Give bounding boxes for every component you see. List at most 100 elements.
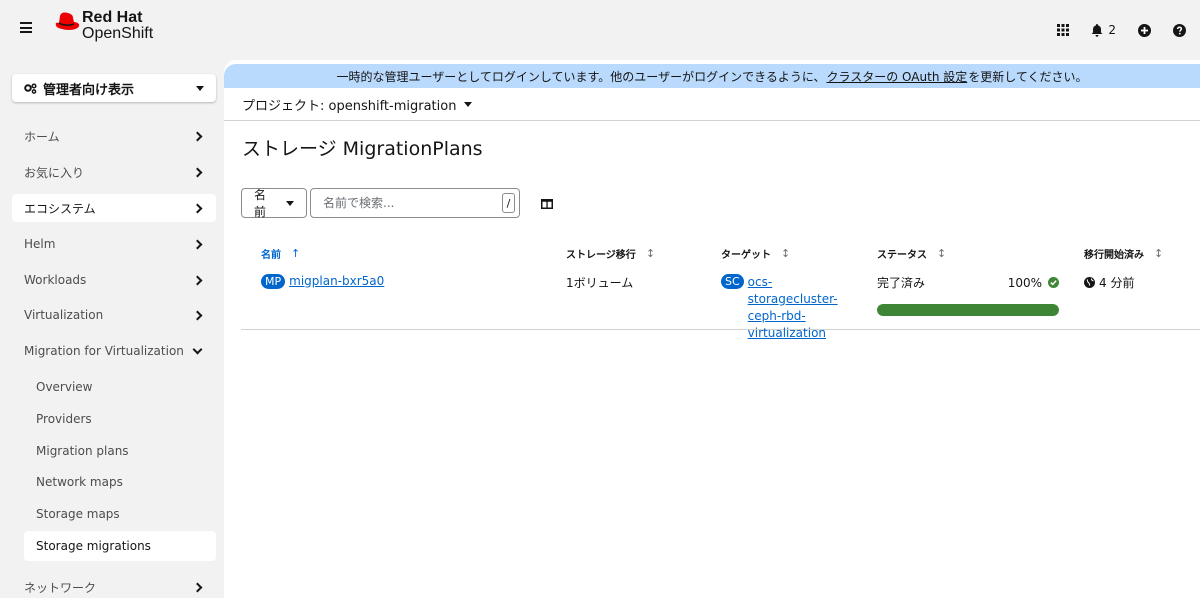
redhat-openshift-logo[interactable]: Red Hat OpenShift [52, 10, 153, 46]
banner-text-before: 一時的な管理ユーザーとしてログインしています。他のユーザーがログインできるように… [336, 69, 826, 84]
sidebar-subitem-label: Storage maps [36, 507, 120, 521]
caret-down-icon [286, 200, 294, 206]
filter-type-dropdown[interactable]: 名前 [241, 188, 307, 219]
sidebar-subitem-label: Overview [36, 380, 93, 394]
status-progress: 完了済み 100% [877, 274, 1059, 316]
status-text: 完了済み [877, 276, 926, 290]
column-header-label: 移行開始済み [1084, 250, 1144, 261]
sidebar-item-label: Helm [24, 237, 56, 251]
oauth-settings-link[interactable]: クラスターの OAuth 設定 [826, 68, 967, 85]
chevron-right-icon [192, 239, 203, 249]
redhat-hat-icon [55, 12, 80, 30]
sidebar-item-favorites[interactable]: お気に入り [12, 158, 216, 186]
sidebar-item-label: お気に入り [24, 165, 85, 180]
progress-bar-fill [877, 304, 1059, 316]
sidebar-item-helm[interactable]: Helm [12, 230, 216, 258]
check-circle-icon [1048, 277, 1059, 288]
sidebar-subitem-label: Providers [36, 412, 92, 426]
sidebar-subitem-storage-migrations[interactable]: Storage migrations [24, 531, 216, 561]
sidebar-item-label: ホーム [24, 129, 60, 144]
chevron-right-icon [192, 275, 203, 285]
column-header-label: ストレージ移行 [566, 250, 636, 261]
sidebar-item-workloads[interactable]: Workloads [12, 266, 216, 294]
caret-down-icon [464, 101, 473, 107]
plan-name-link[interactable]: migplan-bxr5a0 [289, 274, 384, 288]
globe-icon [1084, 277, 1095, 288]
sidebar-item-label: エコシステム [24, 201, 96, 216]
search-input[interactable] [323, 196, 502, 210]
sort-icon: ↕ [1154, 247, 1164, 260]
chevron-down-icon [192, 344, 203, 355]
sidebar-item-label: ネットワーク [24, 580, 97, 595]
migration-plan-badge: MP [261, 274, 286, 289]
table-row: MP migplan-bxr5a0 1ボリューム SC ocs-storageclu… [241, 262, 1200, 340]
column-header-status[interactable]: ステータス ↕ [877, 246, 946, 261]
project-label: プロジェクト: openshift-migration [242, 98, 457, 114]
sidebar: 管理者向け表示 ホーム お気に入り エコシステム Helm Workloads … [0, 60, 224, 598]
project-selector[interactable]: プロジェクト: openshift-migration [224, 88, 1200, 121]
cell-target: SC ocs-storagecluster-ceph-rbd-virtualiza… [721, 274, 852, 342]
sort-icon: ↕ [645, 247, 656, 260]
plus-circle-icon[interactable] [1138, 23, 1151, 37]
sidebar-subitem-storage-maps[interactable]: Storage maps [24, 499, 216, 529]
caret-down-icon [196, 85, 204, 91]
storage-class-badge: SC [721, 274, 744, 289]
progress-value: 100% [1007, 275, 1042, 290]
sort-icon: ↕ [781, 247, 791, 260]
search-field[interactable]: / [310, 188, 520, 218]
keyboard-shortcut-hint: / [502, 193, 515, 213]
sort-ascending-icon: ↑ [291, 247, 301, 260]
cell-storage: 1ボリューム [566, 276, 634, 290]
hamburger-menu-icon[interactable] [20, 22, 32, 34]
sidebar-item-ecosystem[interactable]: エコシステム [12, 194, 216, 222]
chevron-right-icon [192, 310, 203, 320]
sidebar-item-label: Migration for Virtualization [24, 344, 184, 358]
sidebar-item-home[interactable]: ホーム [12, 122, 216, 150]
sidebar-item-networking[interactable]: ネットワーク [12, 573, 216, 598]
column-header-label: ステータス [877, 250, 927, 261]
main-content: 一時的な管理ユーザーとしてログインしています。他のユーザーがログインできるように… [224, 60, 1200, 598]
product-name: OpenShift [82, 25, 154, 42]
column-header-storage[interactable]: ストレージ移行 ↕ [566, 246, 655, 261]
sidebar-item-virtualization[interactable]: Virtualization [12, 301, 216, 329]
cogs-icon [24, 82, 37, 94]
sidebar-item-label: Virtualization [24, 308, 104, 322]
cell-name: MP migplan-bxr5a0 [261, 274, 384, 289]
notifications-button[interactable]: 2 [1091, 23, 1116, 37]
bell-icon [1091, 23, 1103, 37]
cell-started: 4 分前 [1084, 274, 1134, 291]
chevron-right-icon [192, 131, 203, 141]
chevron-right-icon [192, 582, 203, 592]
column-header-started[interactable]: 移行開始済み ↕ [1084, 246, 1163, 261]
column-header-target[interactable]: ターゲット ↕ [721, 246, 790, 261]
perspective-label: 管理者向け表示 [43, 82, 135, 98]
column-header-name[interactable]: 名前 ↑ [261, 246, 300, 261]
temporary-admin-banner: 一時的な管理ユーザーとしてログインしています。他のユーザーがログインできるように… [224, 64, 1200, 88]
sidebar-item-label: Workloads [24, 273, 87, 287]
apps-grid-icon[interactable] [1057, 24, 1070, 36]
sidebar-subitem-label: Storage migrations [36, 539, 151, 553]
sidebar-subitem-label: Migration plans [36, 444, 129, 458]
column-header-label: 名前 [261, 250, 281, 261]
sidebar-subitem-label: Network maps [36, 475, 123, 489]
brand-name: Red Hat [82, 9, 143, 26]
banner-text-after: を更新してください。 [968, 69, 1088, 84]
perspective-switcher[interactable]: 管理者向け表示 [12, 74, 216, 102]
table-header: 名前 ↑ ストレージ移行 ↕ ターゲット ↕ ステータス ↕ 移行開始済み ↕ [224, 246, 1200, 261]
sidebar-subitem-providers[interactable]: Providers [24, 404, 216, 434]
started-time: 4 分前 [1099, 276, 1135, 290]
target-link[interactable]: ocs-storagecluster-ceph-rbd-virtualizati… [748, 274, 852, 342]
column-management-icon[interactable] [541, 198, 553, 213]
sidebar-subitem-migration-plans[interactable]: Migration plans [24, 436, 216, 466]
chevron-right-icon [192, 167, 203, 177]
sidebar-item-migration-for-virtualization[interactable]: Migration for Virtualization [12, 337, 216, 365]
page-title: ストレージ MigrationPlans [242, 138, 483, 160]
sort-icon: ↕ [937, 247, 947, 260]
column-header-label: ターゲット [721, 250, 771, 261]
help-icon[interactable] [1173, 23, 1186, 37]
progress-bar [877, 304, 1059, 316]
filter-type-label: 名前 [254, 188, 267, 219]
chevron-right-icon [192, 203, 203, 213]
sidebar-subitem-network-maps[interactable]: Network maps [24, 467, 216, 497]
sidebar-subitem-overview[interactable]: Overview [24, 372, 216, 402]
